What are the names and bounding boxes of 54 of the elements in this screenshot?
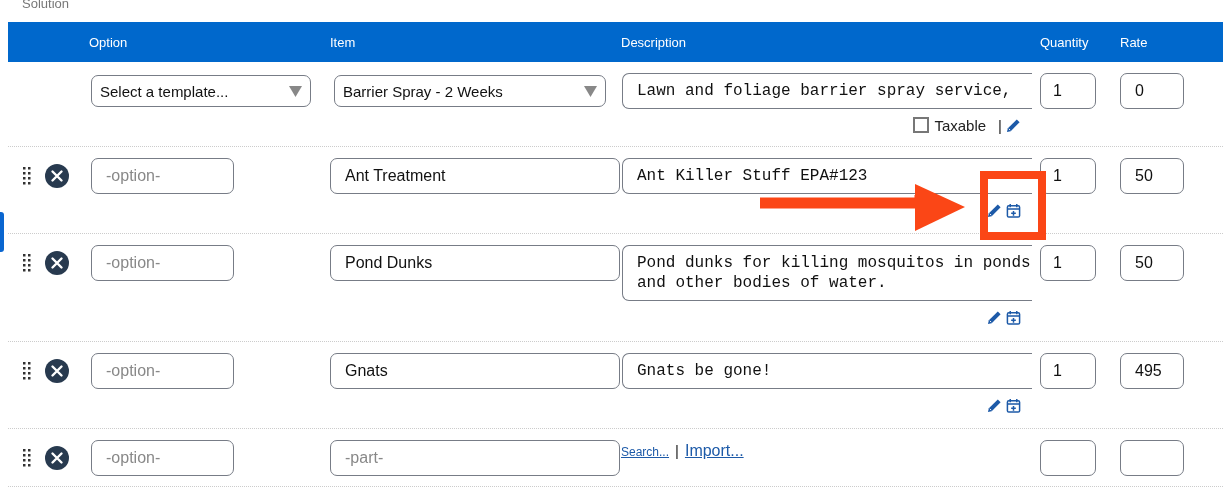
calendar-plus-icon[interactable] [1006,202,1021,218]
description-field[interactable]: Lawn and foliage barrier spray service, [622,73,1032,109]
drag-handle-icon[interactable] [23,254,31,272]
description-field[interactable]: Ant Killer Stuff EPA#123 [622,158,1032,194]
side-marker [0,212,4,252]
dropdown-caret-icon [289,84,302,98]
option-input[interactable]: -option- [91,245,234,281]
quantity-input[interactable]: 1 [1040,73,1096,109]
import-link[interactable]: Import... [684,442,744,460]
pencil-icon[interactable] [987,397,1002,413]
column-header: Quantity [1040,34,1089,50]
rate-input[interactable]: 50 [1120,245,1184,281]
item-input[interactable]: Gnats [330,353,620,389]
pencil-icon[interactable] [987,202,1002,218]
rate-input[interactable] [1120,440,1184,476]
calendar-plus-icon[interactable] [1006,309,1021,325]
column-header: Item [330,34,356,50]
description-field[interactable]: Gnats be gone! [622,353,1032,389]
quantity-input[interactable]: 1 [1040,353,1096,389]
description-field[interactable]: Pond dunks for killing mosquitos in ponds and other bodies of water. [622,245,1032,301]
search-link[interactable]: Search... [621,445,670,459]
calendar-plus-icon[interactable] [1006,397,1021,413]
separator: | [675,442,679,459]
pencil-icon[interactable] [1006,117,1021,133]
column-header: Description [621,34,687,50]
item-input[interactable]: Ant Treatment [330,158,620,194]
item-input[interactable]: Pond Dunks [330,245,620,281]
rate-input[interactable]: 50 [1120,158,1184,194]
taxable-label: Taxable [934,116,987,134]
dropdown-caret-icon [584,84,597,98]
taxable-checkbox[interactable] [913,117,930,133]
item-select[interactable]: Barrier Spray - 2 Weeks [334,75,606,107]
option-input[interactable]: -option- [91,158,234,194]
drag-handle-icon[interactable] [23,449,31,467]
pencil-icon[interactable] [987,309,1002,325]
rate-input[interactable]: 0 [1120,73,1184,109]
quantity-input[interactable]: 1 [1040,158,1096,194]
remove-icon[interactable] [45,446,69,470]
column-header: Option [89,34,128,50]
option-input[interactable]: -option- [91,440,234,476]
remove-icon[interactable] [45,251,69,275]
separator: | [998,116,1002,134]
quantity-input[interactable] [1040,440,1096,476]
drag-handle-icon[interactable] [23,362,31,380]
drag-handle-icon[interactable] [23,167,31,185]
template-select[interactable]: Select a template... [91,75,311,107]
remove-icon[interactable] [45,164,69,188]
rate-input[interactable]: 495 [1120,353,1184,389]
highlight-frame [980,171,1046,240]
option-input[interactable]: -option- [91,353,234,389]
quantity-input[interactable]: 1 [1040,245,1096,281]
column-header: Rate [1120,34,1148,50]
remove-icon[interactable] [45,359,69,383]
part-input[interactable]: -part- [330,440,620,476]
